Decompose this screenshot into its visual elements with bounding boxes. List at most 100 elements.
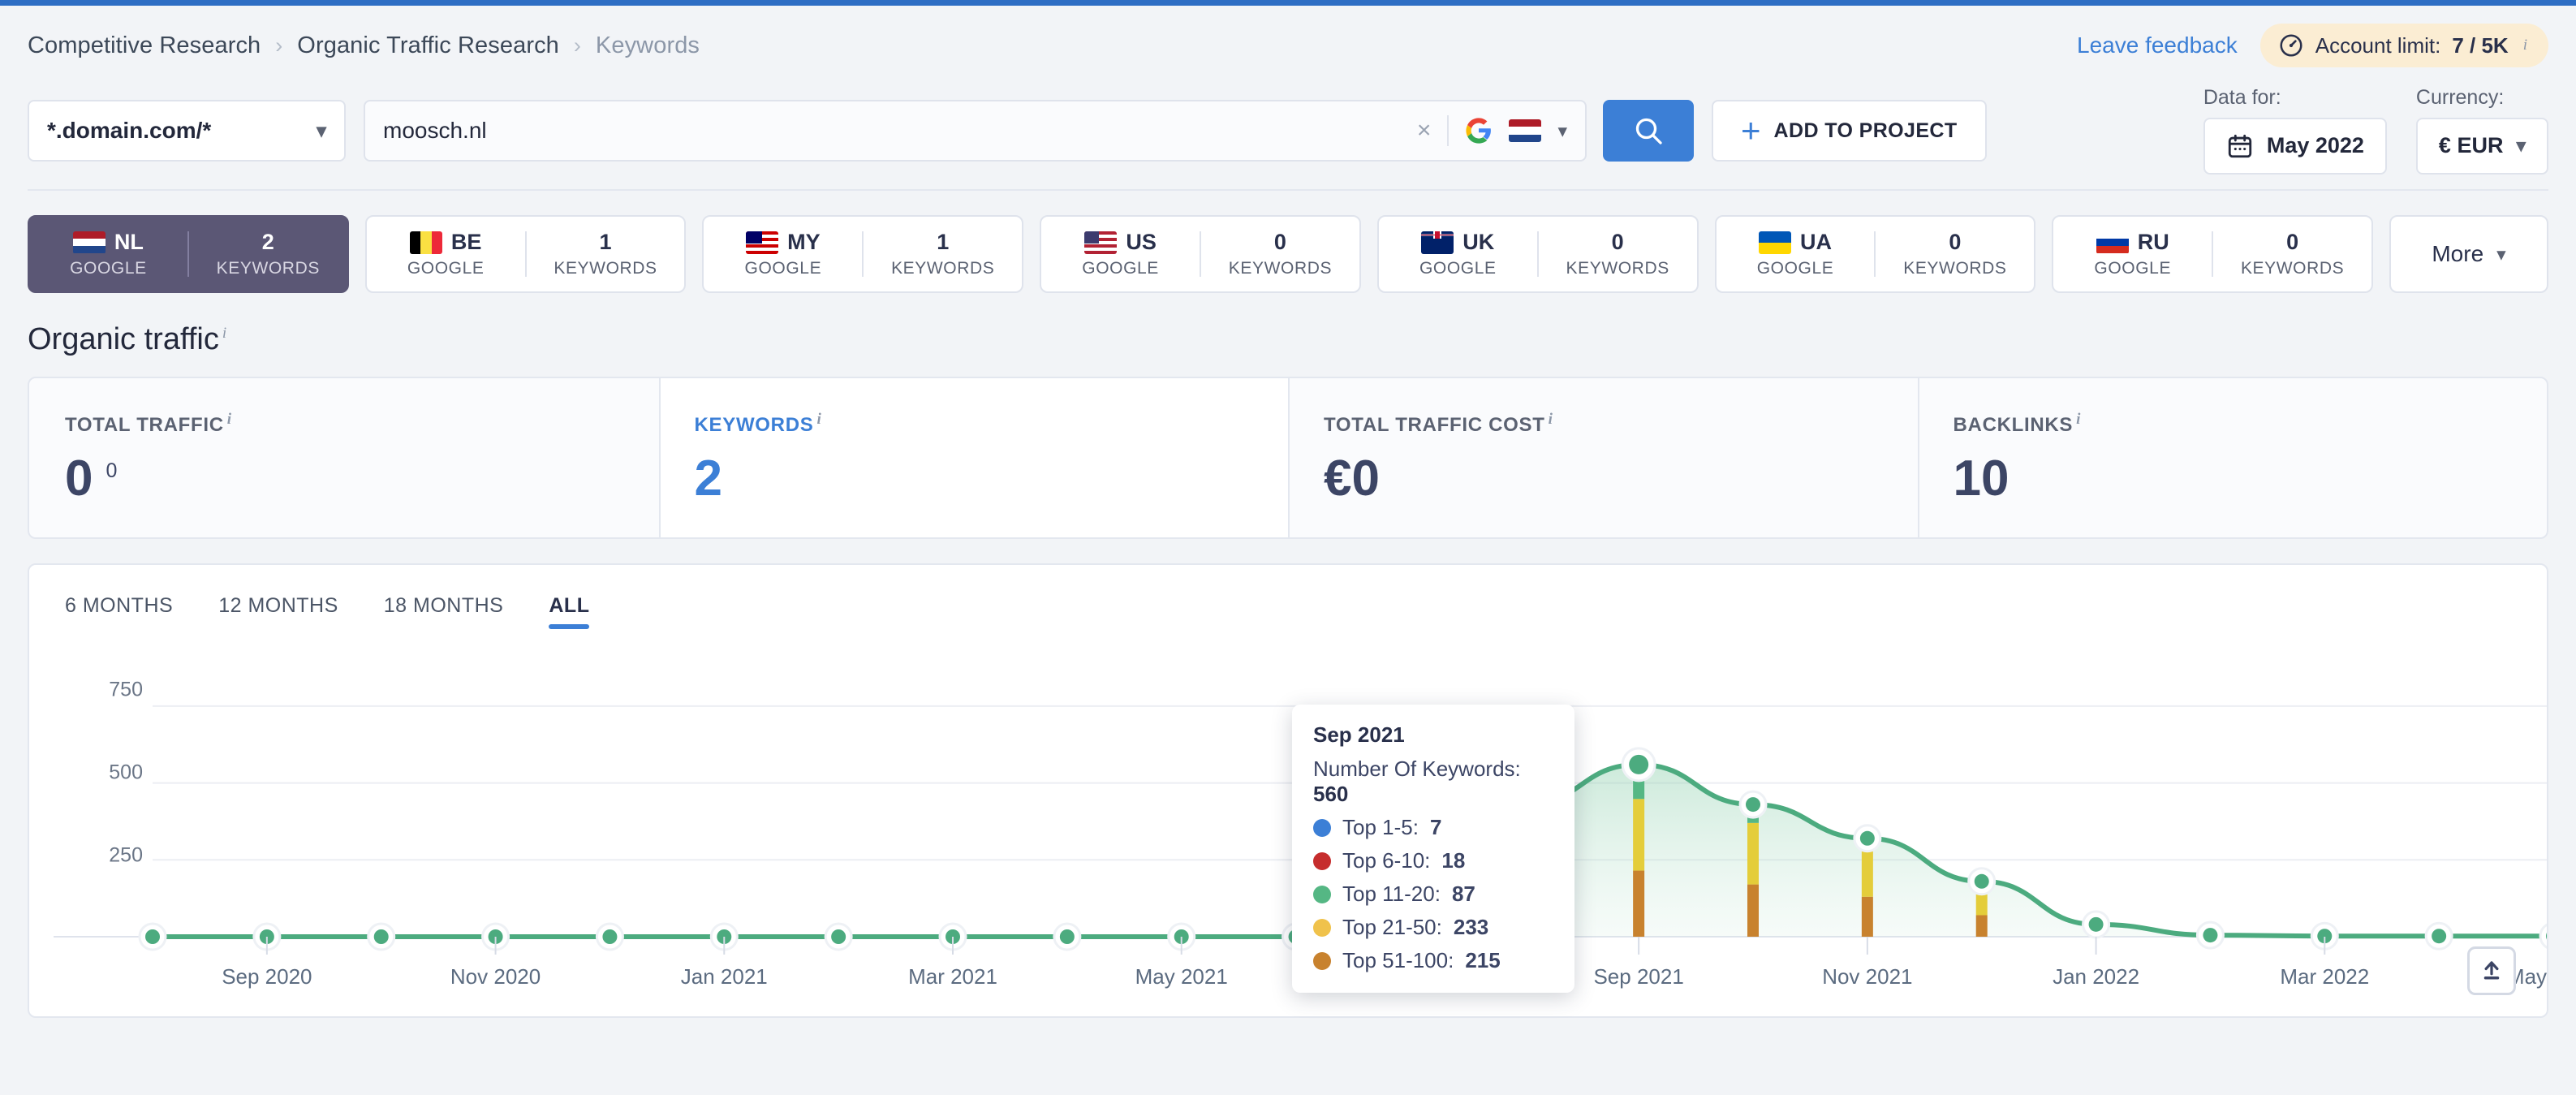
keywords-label: KEYWORDS bbox=[891, 259, 995, 278]
tooltip-total-label: Number Of Keywords: bbox=[1313, 757, 1521, 781]
metric-card-keywords[interactable]: KEYWORDS i 2 bbox=[658, 378, 1288, 537]
tooltip-total-value: 560 bbox=[1313, 782, 1349, 806]
metric-value-wrap: €0 bbox=[1324, 450, 1918, 507]
svg-text:Mar 2021: Mar 2021 bbox=[908, 964, 997, 989]
tooltip-row-top-51-100: Top 51-100: 215 bbox=[1313, 948, 1553, 973]
engine-label: GOOGLE bbox=[1082, 259, 1159, 278]
add-to-project-button[interactable]: + ADD TO PROJECT bbox=[1712, 100, 1987, 162]
country-tab-count: 2 KEYWORDS bbox=[189, 230, 347, 278]
breadcrumb-separator-icon: › bbox=[275, 32, 283, 58]
search-input-wrapper[interactable]: moosch.nl × ▾ bbox=[364, 100, 1587, 162]
keyword-count: 0 bbox=[1949, 230, 1962, 254]
country-tab-us[interactable]: US GOOGLE 0 KEYWORDS bbox=[1040, 215, 1361, 293]
country-tab-count: 0 KEYWORDS bbox=[1876, 230, 2034, 278]
search-input[interactable]: moosch.nl bbox=[383, 118, 487, 144]
country-tab-my[interactable]: MY GOOGLE 1 KEYWORDS bbox=[702, 215, 1024, 293]
metric-label: TOTAL TRAFFIC i bbox=[65, 411, 232, 436]
country-tab-uk[interactable]: UK GOOGLE 0 KEYWORDS bbox=[1376, 215, 1699, 293]
domain-scope-select[interactable]: *.domain.com/* ▾ bbox=[28, 100, 346, 162]
metric-value-wrap: 10 bbox=[1954, 450, 2548, 507]
metric-label: BACKLINKS i bbox=[1953, 411, 2082, 436]
tooltip-row-top-21-50: Top 21-50: 233 bbox=[1313, 915, 1553, 940]
chevron-down-icon: ▾ bbox=[316, 119, 326, 142]
section-title-text: Organic traffic bbox=[28, 322, 219, 356]
engine-label: GOOGLE bbox=[1419, 259, 1497, 278]
country-tab-engine: UA GOOGLE bbox=[1717, 230, 1875, 278]
divider bbox=[1447, 115, 1450, 146]
svg-text:Sep 2020: Sep 2020 bbox=[222, 964, 312, 989]
info-icon[interactable]: i bbox=[816, 411, 821, 428]
account-limit-badge[interactable]: Account limit: 7 / 5K i bbox=[2259, 24, 2548, 67]
search-button[interactable] bbox=[1603, 100, 1694, 162]
breadcrumb-item-organic-traffic-research[interactable]: Organic Traffic Research bbox=[297, 32, 559, 59]
ua-flag-icon bbox=[1759, 231, 1792, 254]
data-for-select[interactable]: May 2022 bbox=[2203, 117, 2387, 175]
tooltip-row-label: Top 1-5: bbox=[1342, 815, 1419, 839]
metric-value: 0 bbox=[65, 451, 93, 507]
metric-card-backlinks[interactable]: BACKLINKS i 10 bbox=[1917, 378, 2548, 537]
country-tab-be[interactable]: BE GOOGLE 1 KEYWORDS bbox=[364, 215, 687, 293]
search-row: *.domain.com/* ▾ moosch.nl × ▾ + ADD TO … bbox=[0, 85, 2576, 176]
info-icon[interactable]: i bbox=[222, 325, 226, 342]
metric-card-total-traffic-cost[interactable]: TOTAL TRAFFIC COST i €0 bbox=[1288, 378, 1918, 537]
breadcrumb-item-competitive-research[interactable]: Competitive Research bbox=[28, 32, 261, 59]
metric-value: 2 bbox=[694, 451, 722, 507]
tooltip-row-label: Top 6-10: bbox=[1342, 848, 1431, 873]
engine-label: GOOGLE bbox=[744, 259, 822, 278]
clear-icon[interactable]: × bbox=[1417, 117, 1432, 144]
period-tab-6-months[interactable]: 6 MONTHS bbox=[65, 594, 173, 629]
y-axis-tick: 500 bbox=[109, 761, 143, 784]
svg-text:Nov 2021: Nov 2021 bbox=[1822, 964, 1912, 989]
keyword-count: 1 bbox=[937, 230, 950, 254]
currency-group: Currency: € EUR ▾ bbox=[2415, 86, 2548, 175]
tooltip-row-top-11-20: Top 11-20: 87 bbox=[1313, 882, 1553, 907]
y-axis-tick: 750 bbox=[109, 678, 143, 701]
gauge-icon bbox=[2280, 34, 2302, 57]
us-flag-icon bbox=[1084, 231, 1118, 254]
info-icon[interactable]: i bbox=[227, 411, 232, 428]
metric-value-wrap: 0 0 bbox=[65, 450, 659, 507]
info-icon[interactable]: i bbox=[1549, 411, 1553, 428]
more-countries-button[interactable]: More ▾ bbox=[2389, 215, 2549, 293]
data-for-label: Data for: bbox=[2203, 85, 2281, 109]
chevron-down-icon: ▾ bbox=[2496, 243, 2506, 265]
country-code: MY bbox=[787, 230, 821, 254]
tooltip-row-value: 215 bbox=[1465, 948, 1501, 972]
nl-flag-icon bbox=[1509, 119, 1542, 142]
country-code: US bbox=[1126, 230, 1157, 254]
tooltip-row-value: 18 bbox=[1441, 848, 1466, 873]
keywords-label: KEYWORDS bbox=[1903, 259, 2007, 278]
info-icon[interactable]: i bbox=[2076, 411, 2081, 428]
data-for-group: Data for: May 2022 bbox=[2203, 86, 2387, 175]
metric-card-total-traffic[interactable]: TOTAL TRAFFIC i 0 0 bbox=[29, 378, 659, 537]
metric-cards: TOTAL TRAFFIC i 0 0 KEYWORDS i 2 TOTAL TRA… bbox=[28, 377, 2548, 539]
period-tab-18-months[interactable]: 18 MONTHS bbox=[384, 594, 504, 629]
keyword-count: 1 bbox=[599, 230, 612, 254]
breadcrumb-bar: Competitive Research › Organic Traffic R… bbox=[0, 6, 2576, 85]
currency-select[interactable]: € EUR ▾ bbox=[2415, 117, 2548, 175]
chart-period-tabs: 6 MONTHS 12 MONTHS 18 MONTHS ALL bbox=[29, 565, 2547, 629]
period-tab-12-months[interactable]: 12 MONTHS bbox=[218, 594, 338, 629]
nl-flag-icon bbox=[72, 231, 106, 254]
tooltip-row-value: 87 bbox=[1451, 882, 1475, 906]
country-tab-engine: UK GOOGLE bbox=[1379, 230, 1537, 278]
tooltip-total: Number Of Keywords: 560 bbox=[1313, 757, 1553, 807]
keyword-count: 2 bbox=[261, 230, 274, 254]
keyword-count: 0 bbox=[1273, 230, 1286, 254]
account-limit-label: Account limit: bbox=[2315, 32, 2441, 58]
country-tab-ru[interactable]: RU GOOGLE 0 KEYWORDS bbox=[2052, 215, 2374, 293]
account-limit-value: 7 / 5K bbox=[2452, 32, 2509, 58]
tooltip-row-label: Top 11-20: bbox=[1342, 882, 1441, 906]
engine-label: GOOGLE bbox=[1756, 259, 1834, 278]
keywords-label: KEYWORDS bbox=[1566, 259, 1669, 278]
chevron-down-icon[interactable]: ▾ bbox=[1557, 120, 1567, 142]
tooltip-row-label: Top 51-100: bbox=[1342, 948, 1454, 972]
leave-feedback-link[interactable]: Leave feedback bbox=[2077, 32, 2238, 58]
chart-tooltip: Sep 2021 Number Of Keywords: 560 Top 1-5… bbox=[1292, 705, 1574, 993]
country-tab-count: 0 KEYWORDS bbox=[2213, 230, 2371, 278]
country-tab-nl[interactable]: NL GOOGLE 2 KEYWORDS bbox=[28, 215, 349, 293]
info-icon[interactable]: i bbox=[2523, 37, 2527, 54]
period-tab-all[interactable]: ALL bbox=[549, 594, 590, 629]
export-button[interactable] bbox=[2467, 946, 2516, 995]
country-tab-ua[interactable]: UA GOOGLE 0 KEYWORDS bbox=[1714, 215, 2036, 293]
